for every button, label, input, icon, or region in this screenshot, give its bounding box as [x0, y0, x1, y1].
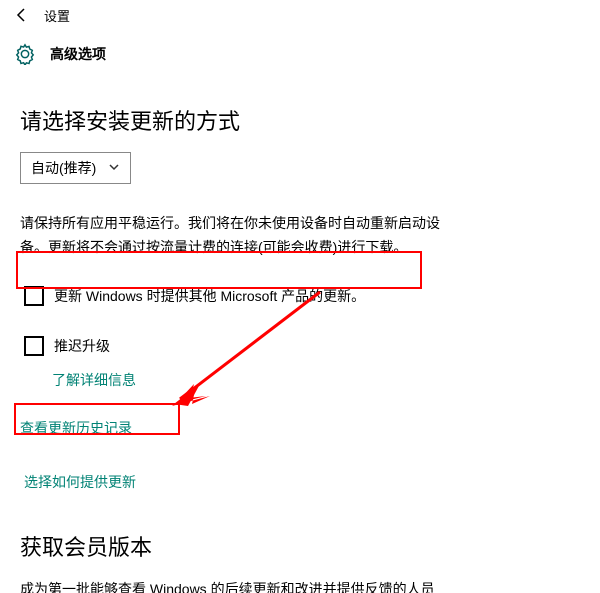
checkbox-icon — [24, 286, 44, 306]
insider-description: 成为第一批能够查看 Windows 的后续更新和改进并提供反馈的人员之一。 — [20, 578, 440, 593]
page-title: 高级选项 — [50, 44, 106, 64]
checkbox-other-products[interactable]: 更新 Windows 时提供其他 Microsoft 产品的更新。 — [20, 280, 580, 312]
install-mode-dropdown[interactable]: 自动(推荐) — [20, 152, 131, 184]
chevron-down-icon — [108, 160, 120, 176]
delivery-optimization-link[interactable]: 选择如何提供更新 — [24, 472, 136, 492]
section-heading-insider: 获取会员版本 — [20, 530, 580, 562]
section-heading-install: 请选择安装更新的方式 — [20, 104, 580, 136]
update-history-link[interactable]: 查看更新历史记录 — [20, 418, 132, 438]
gear-icon — [14, 43, 36, 65]
content: 请选择安装更新的方式 自动(推荐) 请保持所有应用平稳运行。我们将在你未使用设备… — [0, 78, 600, 593]
back-button[interactable] — [10, 3, 34, 27]
titlebar: 设置 — [0, 0, 600, 30]
checkbox-icon — [24, 336, 44, 356]
checkbox-label: 更新 Windows 时提供其他 Microsoft 产品的更新。 — [54, 286, 365, 306]
checkbox-defer-upgrades[interactable]: 推迟升级 — [20, 330, 580, 362]
install-description: 请保持所有应用平稳运行。我们将在你未使用设备时自动重新启动设备。更新将不会通过按… — [20, 212, 460, 260]
checkbox-label: 推迟升级 — [54, 336, 110, 356]
header: 高级选项 — [0, 30, 600, 78]
learn-more-link[interactable]: 了解详细信息 — [52, 370, 136, 390]
app-name: 设置 — [44, 6, 70, 25]
dropdown-value: 自动(推荐) — [31, 158, 96, 178]
